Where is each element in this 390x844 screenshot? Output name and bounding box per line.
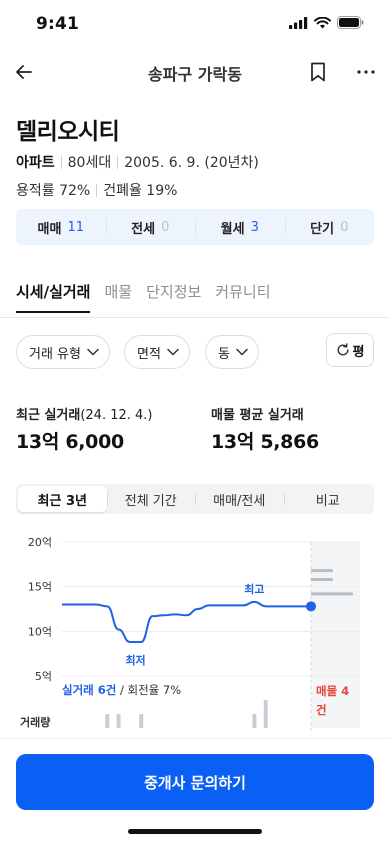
- y-tick-label: 20억: [28, 536, 52, 549]
- more-icon: [357, 70, 375, 74]
- deal-count-label: 월세: [220, 221, 245, 237]
- volume-bar: [263, 700, 268, 728]
- recent-price-label: 최근 실거래(24. 12. 4.): [16, 404, 153, 423]
- listing-price-label: 매물 평균 실거래: [211, 408, 304, 423]
- deal-count-label: 매매: [37, 221, 62, 237]
- arrow-left-icon: [16, 65, 32, 79]
- filter-label: 거래 유형: [29, 346, 81, 362]
- price-line: [62, 600, 311, 644]
- volume-label: 거래량: [20, 716, 51, 729]
- back-button[interactable]: [10, 58, 38, 86]
- period-compare[interactable]: 비교: [283, 486, 373, 512]
- signal-icon: [289, 16, 308, 29]
- deal-type-filter[interactable]: 거래 유형: [16, 335, 110, 369]
- divider: [96, 183, 98, 197]
- latest-point: [306, 601, 316, 612]
- status-time: 9:41: [36, 14, 80, 34]
- area-filter[interactable]: 면적: [124, 335, 190, 369]
- dong-filter[interactable]: 동: [205, 335, 259, 369]
- bookmark-icon: [311, 62, 325, 82]
- divider: [60, 155, 62, 169]
- deal-count-short[interactable]: 단기 0: [284, 209, 375, 245]
- home-indicator: [128, 829, 262, 834]
- contact-agent-button[interactable]: 중개사 문의하기: [16, 754, 374, 810]
- deal-count-value: 0: [340, 219, 349, 235]
- more-button[interactable]: [352, 58, 380, 86]
- rotation-rate: / 회전율 7%: [116, 683, 182, 697]
- period-all[interactable]: 전체 기간: [106, 486, 196, 512]
- deal-count-value: 11: [67, 219, 84, 235]
- complex-name: 델리오시티: [16, 119, 120, 145]
- deal-count-label: 전세: [131, 221, 156, 237]
- recent-price-value: 13억 6,000: [16, 431, 124, 453]
- recent-price-title: 최근 실거래: [16, 408, 81, 423]
- deal-count-value: 3: [250, 219, 259, 235]
- listing-marker: [311, 578, 333, 582]
- listing-count-note: 매물 4건: [316, 684, 350, 717]
- tab-listings[interactable]: 매물: [104, 281, 132, 313]
- status-icons: [289, 16, 364, 29]
- household-count: 80세대: [67, 155, 112, 171]
- deal-count-monthly[interactable]: 월세 3: [195, 209, 285, 245]
- y-tick-label: 15억: [28, 581, 52, 594]
- chevron-down-icon: [236, 348, 248, 356]
- volume-bar: [105, 714, 110, 728]
- listing-marker: [311, 592, 353, 596]
- filter-label: 면적: [137, 346, 161, 362]
- wifi-icon: [314, 16, 331, 28]
- area-unit-toggle[interactable]: 평: [326, 333, 374, 367]
- chevron-down-icon: [87, 348, 99, 356]
- floor-area-ratio: 용적률 72%: [16, 183, 91, 199]
- listing-marker: [311, 569, 333, 573]
- max-label: 최고: [244, 582, 264, 596]
- refresh-icon: [337, 343, 349, 356]
- building-coverage-ratio: 건폐율 19%: [103, 183, 178, 199]
- tab-price[interactable]: 시세/실거래: [16, 281, 91, 313]
- period-selector: 최근 3년 전체 기간 매매/전세 비교: [16, 484, 374, 514]
- y-tick-label: 10억: [28, 625, 52, 638]
- deal-count-sale[interactable]: 매매 11: [16, 209, 106, 245]
- recent-price-date: (24. 12. 4.): [80, 408, 153, 423]
- section-tabs: 시세/실거래 매물 단지정보 커뮤니티: [16, 281, 285, 313]
- deal-count-value: 0: [161, 219, 170, 235]
- complex-type: 아파트: [16, 155, 55, 171]
- complex-info: 아파트 80세대 2005. 6. 9. (20년차): [16, 152, 259, 172]
- filter-label: 동: [218, 346, 230, 362]
- min-label: 최저: [125, 653, 145, 667]
- area-unit-label: 평: [352, 344, 365, 360]
- listing-price-value: 13억 5,866: [211, 431, 319, 453]
- battery-icon: [337, 16, 364, 29]
- y-tick-label: 5억: [35, 670, 52, 683]
- deal-count-jeonse[interactable]: 전세 0: [105, 209, 196, 245]
- volume-bar: [116, 714, 121, 728]
- volume-bar: [139, 714, 144, 728]
- chevron-down-icon: [167, 348, 179, 356]
- bookmark-button[interactable]: [304, 58, 332, 86]
- tab-complex-info[interactable]: 단지정보: [146, 281, 201, 313]
- deal-count-summary: 실거래 6건: [62, 683, 117, 697]
- tab-community[interactable]: 커뮤니티: [215, 281, 270, 313]
- divider: [117, 155, 119, 169]
- period-recent-3y[interactable]: 최근 3년: [18, 486, 107, 512]
- deal-count-label: 단기: [310, 221, 335, 237]
- tabs-divider: [0, 317, 390, 318]
- complex-ratios: 용적률 72% 건폐율 19%: [16, 180, 177, 200]
- approval-date: 2005. 6. 9. (20년차): [124, 155, 259, 171]
- volume-bar: [252, 714, 257, 728]
- deal-count-bar: 매매 11 전세 0 월세 3 단기 0: [16, 209, 374, 245]
- deal-summary: 실거래 6건 / 회전율 7%: [62, 682, 181, 698]
- period-sale-jeonse[interactable]: 매매/전세: [195, 486, 284, 512]
